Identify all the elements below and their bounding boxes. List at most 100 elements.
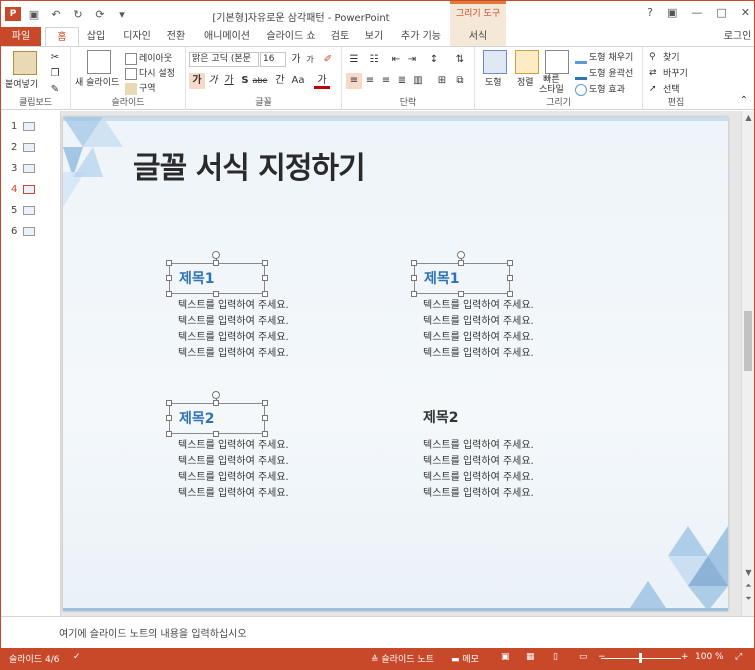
notes-pane[interactable]: 여기에 슬라이드 노트의 내용을 입력하십시오: [1, 616, 754, 648]
body-text[interactable]: 텍스트를 입력하여 주세요. 텍스트를 입력하여 주세요. 텍스트를 입력하여 …: [178, 298, 289, 362]
thumbnail-1[interactable]: 1: [11, 121, 51, 135]
fit-to-window-icon[interactable]: ⤢: [735, 652, 742, 662]
slideshow-icon[interactable]: ▭: [579, 652, 588, 662]
maximize-button[interactable]: □: [716, 6, 726, 19]
resize-handle[interactable]: [262, 291, 268, 297]
prev-slide-icon[interactable]: ⏶: [742, 581, 754, 591]
resize-handle[interactable]: [458, 260, 464, 266]
scroll-down-icon[interactable]: ▼: [742, 568, 754, 577]
slide-title[interactable]: 글꼴 서식 지정하기: [133, 143, 366, 187]
zoom-out-button[interactable]: −: [598, 652, 606, 662]
resize-handle[interactable]: [166, 260, 172, 266]
thumbnail-2[interactable]: 2: [11, 142, 51, 156]
scroll-up-icon[interactable]: ▲: [742, 113, 754, 122]
tab-transitions[interactable]: 전환: [161, 27, 191, 47]
font-size-combo[interactable]: 16: [260, 52, 286, 67]
tab-design[interactable]: 디자인: [117, 27, 157, 47]
strikethrough-button[interactable]: abe: [250, 73, 270, 89]
heading-textbox[interactable]: 제목2: [169, 403, 265, 434]
slide-canvas[interactable]: 글꼴 서식 지정하기 제목1 텍스트를 입력하여 주세요. 텍스트를 입력하여 …: [63, 117, 728, 611]
smartart-icon[interactable]: ⧉: [452, 73, 468, 89]
resize-handle[interactable]: [262, 431, 268, 437]
new-slide-button[interactable]: 새 슬라이드: [75, 75, 119, 88]
thumbnail-6[interactable]: 6: [11, 226, 51, 240]
normal-view-icon[interactable]: ▣: [501, 652, 510, 662]
reset-button[interactable]: 다시 설정: [125, 66, 175, 80]
help-icon[interactable]: ?: [647, 6, 653, 19]
replace-button[interactable]: ⇄ 바꾸기: [649, 66, 688, 80]
columns-icon[interactable]: ▥: [410, 73, 426, 89]
resize-handle[interactable]: [507, 275, 513, 281]
resize-handle[interactable]: [458, 291, 464, 297]
resize-handle[interactable]: [166, 400, 172, 406]
resize-handle[interactable]: [166, 415, 172, 421]
close-button[interactable]: ✕: [741, 6, 750, 19]
align-text-icon[interactable]: ⊞: [434, 73, 450, 89]
zoom-in-button[interactable]: +: [681, 652, 689, 662]
zoom-level[interactable]: 100 %: [695, 652, 724, 662]
body-text[interactable]: 텍스트를 입력하여 주세요. 텍스트를 입력하여 주세요. 텍스트를 입력하여 …: [423, 438, 534, 502]
italic-button[interactable]: 가: [205, 73, 221, 89]
resize-handle[interactable]: [166, 291, 172, 297]
resize-handle[interactable]: [262, 415, 268, 421]
char-spacing-button[interactable]: 간: [272, 73, 288, 89]
resize-handle[interactable]: [411, 275, 417, 281]
notes-placeholder[interactable]: 여기에 슬라이드 노트의 내용을 입력하십시오: [59, 625, 247, 640]
heading-textbox[interactable]: 제목2: [414, 403, 510, 434]
arrange-icon[interactable]: [515, 50, 539, 74]
find-button[interactable]: ⚲ 찾기: [649, 50, 680, 64]
shapes-icon[interactable]: [483, 50, 507, 74]
vertical-scrollbar[interactable]: ▲ ▼ ⏶ ⏷: [741, 111, 754, 616]
bullets-icon[interactable]: ☰: [346, 52, 362, 68]
font-name-combo[interactable]: 맑은 고딕 (본문: [189, 52, 259, 67]
login-link[interactable]: 로그인: [721, 27, 754, 47]
tab-view[interactable]: 보기: [359, 27, 389, 47]
resize-handle[interactable]: [213, 400, 219, 406]
tab-review[interactable]: 검토: [325, 27, 355, 47]
comments-button[interactable]: ▬ 메모: [451, 652, 479, 665]
thumbnail-5[interactable]: 5: [11, 205, 51, 219]
tab-insert[interactable]: 삽입: [81, 27, 111, 47]
minimize-button[interactable]: —: [691, 6, 702, 19]
align-center-icon[interactable]: ≡: [362, 73, 378, 89]
collapse-ribbon-icon[interactable]: ⌃: [736, 93, 752, 109]
spellcheck-icon[interactable]: ✓: [73, 652, 81, 662]
tab-file[interactable]: 파일: [1, 27, 41, 47]
tab-addins[interactable]: 추가 기능: [395, 27, 447, 47]
align-left-icon[interactable]: ≡: [346, 73, 362, 89]
decrease-indent-icon[interactable]: ⇤: [388, 52, 404, 68]
slide-sorter-icon[interactable]: ▦: [526, 652, 535, 662]
shrink-font-button[interactable]: 가: [302, 52, 318, 68]
copy-icon[interactable]: ❐: [47, 66, 63, 82]
resize-handle[interactable]: [507, 291, 513, 297]
shape-outline-button[interactable]: 도형 윤곽선: [575, 66, 633, 80]
text-direction-icon[interactable]: ⇅: [452, 52, 468, 68]
underline-button[interactable]: 가: [221, 73, 237, 89]
thumbnail-3[interactable]: 3: [11, 163, 51, 177]
resize-handle[interactable]: [262, 400, 268, 406]
section-button[interactable]: 구역: [125, 81, 156, 95]
resize-handle[interactable]: [166, 275, 172, 281]
layout-button[interactable]: 레이아웃: [125, 51, 172, 65]
resize-handle[interactable]: [166, 431, 172, 437]
resize-handle[interactable]: [262, 275, 268, 281]
heading-textbox[interactable]: 제목1: [169, 263, 265, 294]
align-right-icon[interactable]: ≡: [378, 73, 394, 89]
resize-handle[interactable]: [507, 260, 513, 266]
resize-handle[interactable]: [213, 291, 219, 297]
paste-button[interactable]: 붙여넣기: [5, 77, 38, 90]
clear-format-icon[interactable]: ✐: [320, 52, 336, 68]
thumbnail-4[interactable]: 4: [11, 184, 51, 198]
tab-animations[interactable]: 애니메이션: [197, 27, 257, 47]
rotate-handle[interactable]: [212, 251, 220, 259]
body-text[interactable]: 텍스트를 입력하여 주세요. 텍스트를 입력하여 주세요. 텍스트를 입력하여 …: [423, 298, 534, 362]
heading-textbox[interactable]: 제목1: [414, 263, 510, 294]
body-text[interactable]: 텍스트를 입력하여 주세요. 텍스트를 입력하여 주세요. 텍스트를 입력하여 …: [178, 438, 289, 502]
ribbon-display-icon[interactable]: ▣: [667, 6, 677, 19]
resize-handle[interactable]: [411, 291, 417, 297]
paste-icon[interactable]: [13, 51, 37, 75]
resize-handle[interactable]: [262, 260, 268, 266]
arrange-button[interactable]: 정렬: [517, 75, 534, 88]
resize-handle[interactable]: [411, 260, 417, 266]
quick-styles-icon[interactable]: [545, 50, 569, 74]
